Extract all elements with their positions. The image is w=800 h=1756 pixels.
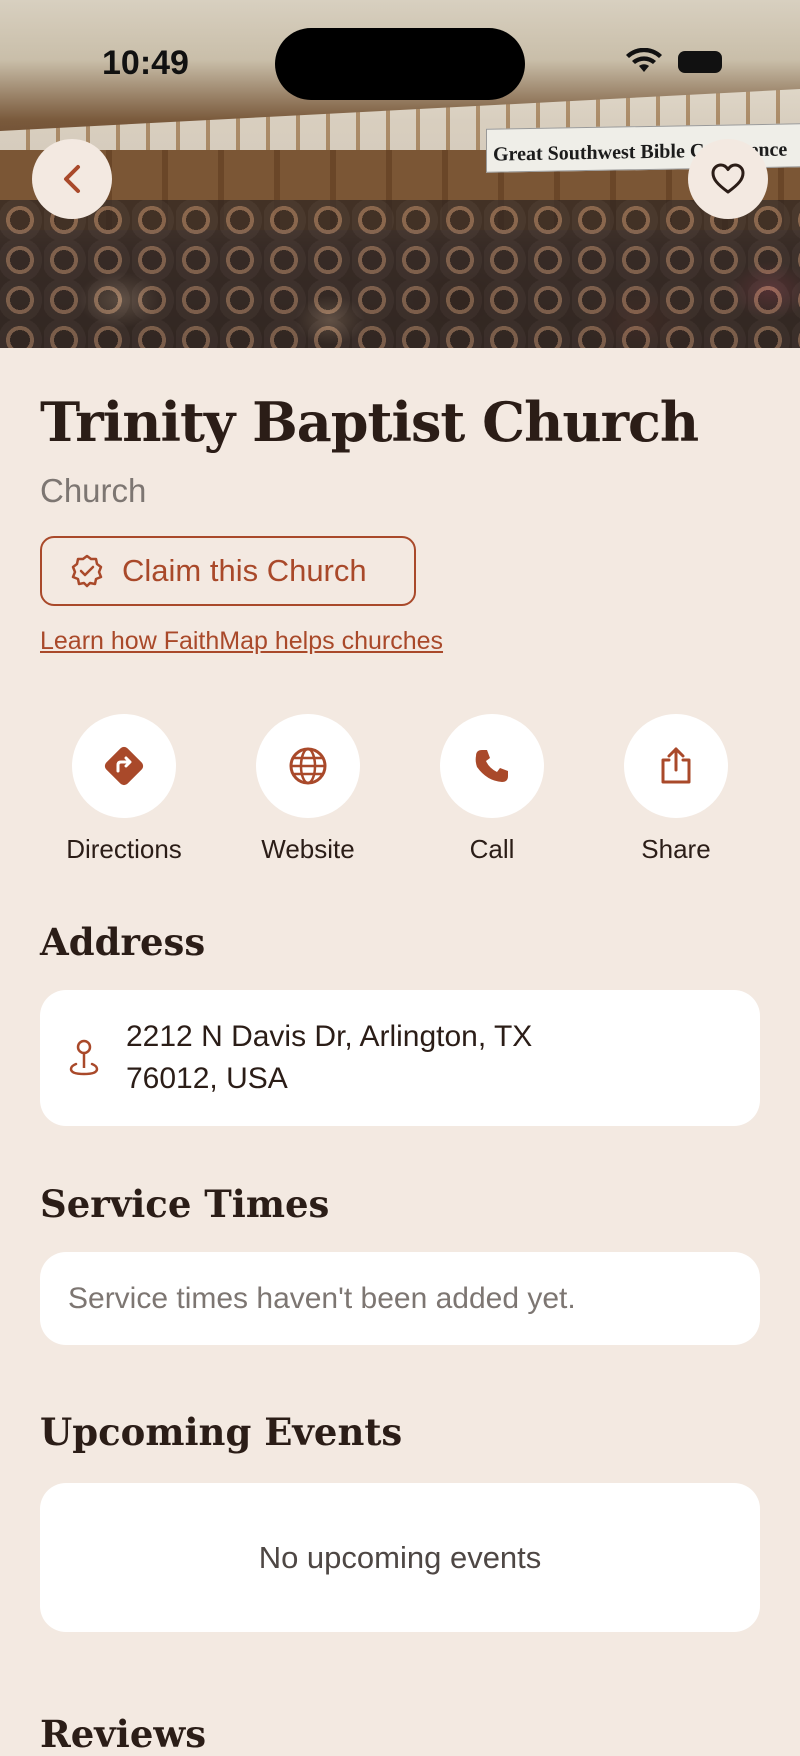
crowd-decoration	[0, 200, 800, 348]
reviews-heading: Reviews	[40, 1712, 207, 1756]
address-line-2: 76012, USA	[126, 1062, 288, 1095]
directions-button[interactable]: Directions	[49, 714, 199, 865]
call-label: Call	[469, 834, 515, 864]
address-heading: Address	[40, 920, 206, 964]
share-circle[interactable]	[624, 714, 728, 818]
website-button[interactable]: Website	[233, 714, 383, 865]
directions-circle[interactable]	[72, 714, 176, 818]
upcoming-events-heading: Upcoming Events	[40, 1410, 403, 1454]
dynamic-island	[275, 28, 525, 100]
service-times-card: Service times haven't been added yet.	[40, 1252, 760, 1345]
share-button[interactable]: Share	[601, 714, 751, 865]
service-times-empty-text: Service times haven't been added yet.	[68, 1281, 576, 1315]
globe-icon	[289, 747, 327, 785]
back-button[interactable]	[32, 139, 112, 219]
call-button[interactable]: Call	[417, 714, 567, 865]
directions-label: Directions	[66, 834, 182, 864]
chevron-left-icon	[64, 165, 80, 193]
location-pin-icon	[69, 1039, 99, 1076]
claim-church-button[interactable]: Claim this Church	[40, 536, 416, 606]
phone-icon	[475, 750, 508, 782]
directions-icon	[104, 746, 144, 786]
website-label: Website	[261, 834, 355, 864]
call-circle[interactable]	[440, 714, 544, 818]
verified-badge-icon	[71, 554, 103, 588]
address-text: 2212 N Davis Dr, Arlington, TX 76012, US…	[126, 1016, 532, 1100]
upcoming-events-card: No upcoming events	[40, 1483, 760, 1632]
share-icon	[661, 747, 691, 784]
claim-church-label: Claim this Church	[122, 553, 367, 588]
church-type: Church	[40, 472, 147, 509]
address-card[interactable]: 2212 N Davis Dr, Arlington, TX 76012, US…	[40, 990, 760, 1126]
status-time: 10:49	[102, 44, 189, 82]
share-label: Share	[641, 834, 711, 864]
website-circle[interactable]	[256, 714, 360, 818]
learn-more-link[interactable]: Learn how FaithMap helps churches	[40, 627, 443, 656]
address-line-1: 2212 N Davis Dr, Arlington, TX	[126, 1020, 533, 1053]
favorite-button[interactable]	[688, 139, 768, 219]
events-empty-text: No upcoming events	[258, 1539, 542, 1575]
status-icons	[624, 47, 724, 76]
wifi-battery-icon	[626, 47, 722, 73]
service-times-heading: Service Times	[40, 1182, 330, 1226]
church-name: Trinity Baptist Church	[40, 390, 699, 454]
heart-icon	[711, 163, 745, 194]
